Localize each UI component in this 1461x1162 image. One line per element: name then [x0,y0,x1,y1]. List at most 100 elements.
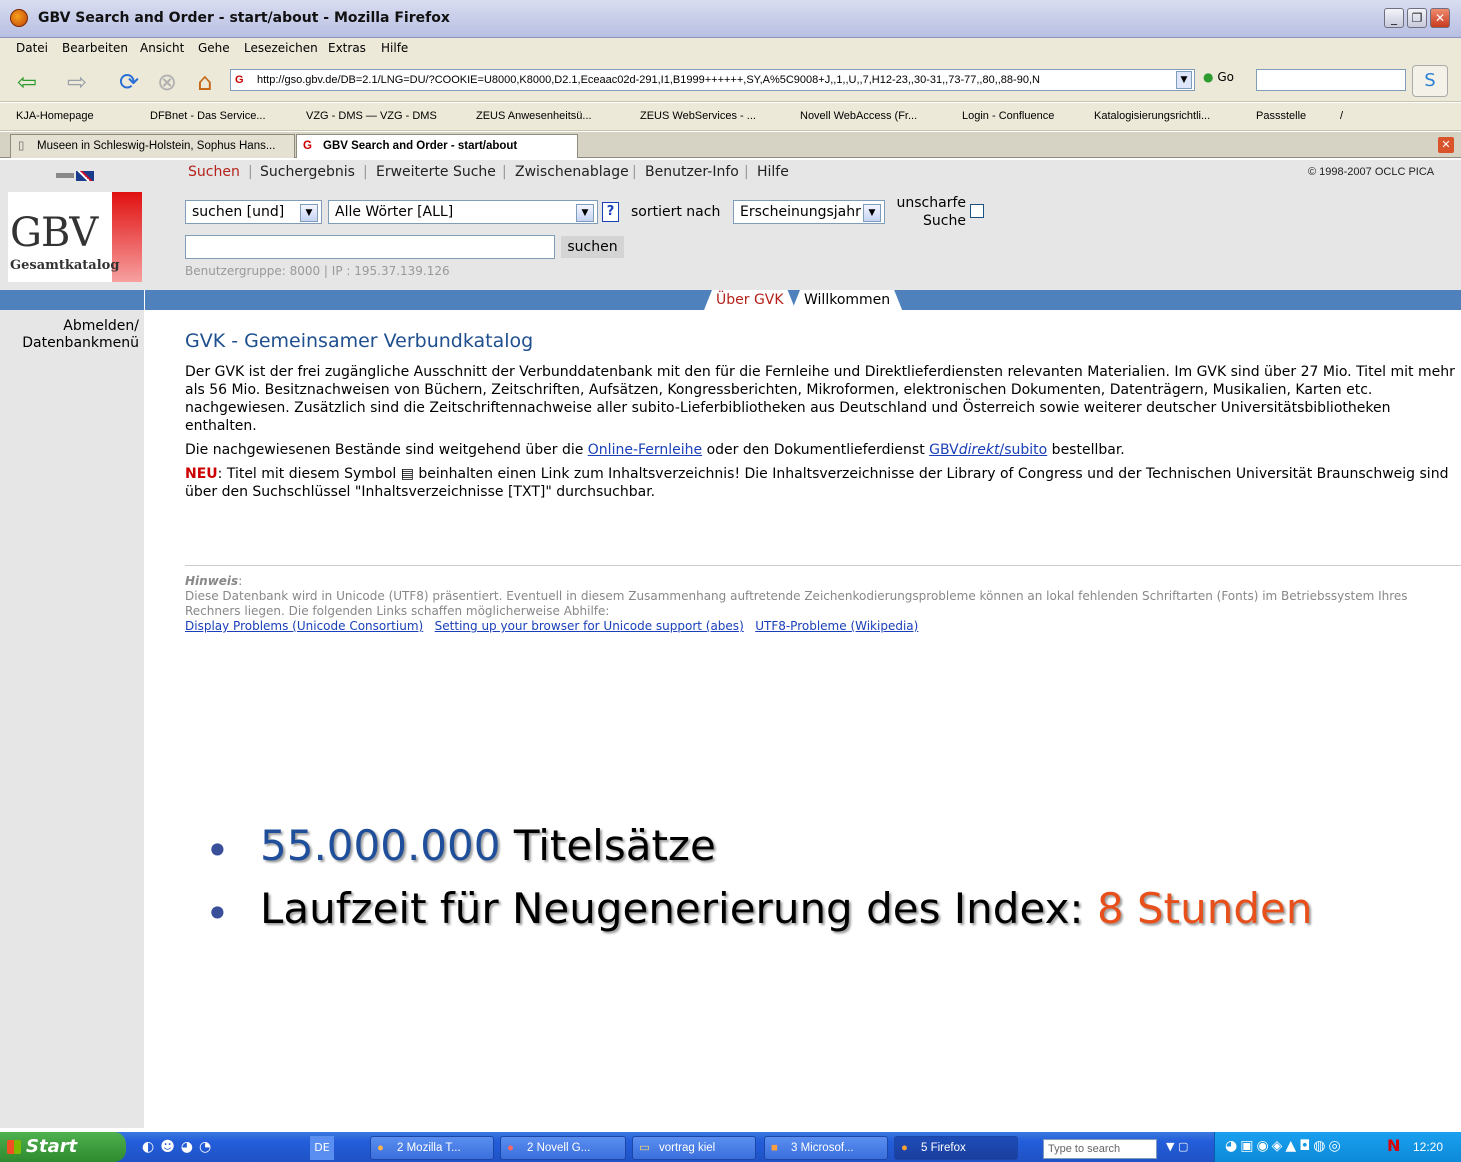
link-part: /subito [999,442,1048,458]
tab-label: Museen in Schleswig-Holstein, Sophus Han… [37,140,276,152]
go-icon: ● [1203,70,1214,84]
taskbar-mozilla[interactable]: ● 2 Mozilla T... [370,1136,494,1160]
logo-subtitle: Gesamtkatalog [10,258,120,273]
hint-section: Hinweis: Diese Datenbank wird in Unicode… [185,574,1461,634]
logout-link[interactable]: Abmelden/ Datenbankmenü [0,318,139,352]
bookmarks-toolbar: KJA-Homepage DFBnet - Das Service... VZG… [0,103,1461,131]
taskbar-novell[interactable]: ● 2 Novell G... [500,1136,626,1160]
tab-museen[interactable]: ▯ Museen in Schleswig-Holstein, Sophus H… [10,134,295,158]
site-favicon-icon: G [235,74,244,86]
go-label: Go [1217,70,1234,84]
skype-icon[interactable]: S [1412,65,1448,97]
gbv-logo: GBV Gesamtkatalog [8,192,142,282]
powerpoint-icon: ■ [771,1142,778,1154]
online-fernleihe-link[interactable]: Online-Fernleihe [588,442,702,458]
sort-value: Erscheinungsjahr [740,204,861,220]
quicklaunch-icons[interactable]: ◐☻◕◔ [142,1139,217,1155]
toolbar-search-input[interactable] [1256,69,1406,91]
menu-lesezeichen[interactable]: Lesezeichen [244,41,318,55]
language-indicator[interactable]: DE [310,1136,334,1160]
home-icon[interactable]: ⌂ [190,67,220,97]
sort-select[interactable]: Erscheinungsjahr ▼ [733,200,885,224]
text: bestellbar. [1047,442,1125,458]
fuzzy-checkbox[interactable] [970,204,984,218]
title-count-label: Titelsätze [500,821,716,870]
page-tab-willkommen[interactable]: Willkommen [792,290,902,310]
search-button[interactable]: suchen [561,236,624,258]
abes-unicode-link[interactable]: Setting up your browser for Unicode supp… [435,619,744,633]
bookmark-root[interactable]: / [1340,110,1343,122]
menu-bar: Datei Bearbeiten Ansicht Gehe Lesezeiche… [0,38,1461,60]
minimize-button[interactable]: _ [1384,8,1404,28]
logout-label-2: Datenbankmenü [22,335,139,351]
bookmark-kja[interactable]: KJA-Homepage [16,110,94,122]
firefox-icon: ● [901,1142,908,1154]
bookmark-confluence[interactable]: Login - Confluence [962,110,1054,122]
bookmark-zeus-webservices[interactable]: ZEUS WebServices - ... [640,110,756,122]
url-dropdown-icon[interactable]: ▼ [1176,71,1192,89]
system-tray: ◕▣◉◈▲◘◍◎ N 12:20 [1214,1132,1461,1162]
search-field-value: Alle Wörter [ALL] [335,204,454,220]
text: Die nachgewiesenen Bestände sind weitgeh… [185,442,588,458]
divider [144,290,145,310]
menu-hilfe[interactable]: Hilfe [381,41,408,55]
unicode-consortium-link[interactable]: Display Problems (Unicode Consortium) [185,619,423,633]
utf8-wikipedia-link[interactable]: UTF8-Probleme (Wikipedia) [755,619,918,633]
nav-suchergebnis[interactable]: Suchergebnis [260,164,355,180]
menu-datei[interactable]: Datei [16,41,48,55]
search-query-input[interactable] [185,235,555,259]
window-title-bar[interactable]: GBV Search and Order - start/about - Moz… [0,0,1461,38]
menu-bearbeiten[interactable]: Bearbeiten [62,41,128,55]
nav-benutzer-info[interactable]: Benutzer-Info [645,164,739,180]
search-mode-select[interactable]: suchen [und] ▼ [185,200,322,224]
close-button[interactable]: ✕ [1430,8,1450,28]
firefox-icon [10,9,28,27]
page-tab-ueber-gvk[interactable]: Über GVK [704,290,796,310]
taskbar-microsoft[interactable]: ■ 3 Microsof... [764,1136,888,1160]
link-part: direkt [958,442,1000,458]
language-flags-icon[interactable] [56,168,94,182]
bookmark-novell[interactable]: Novell WebAccess (Fr... [800,110,917,122]
address-bar[interactable]: G http://gso.gbv.de/DB=2.1/LNG=DU/?COOKI… [230,69,1195,91]
bookmark-zeus-anwesenheit[interactable]: ZEUS Anwesenheitsü... [476,110,592,122]
gbvdirekt-link[interactable]: GBVdirekt/subito [929,442,1047,458]
search-help-button[interactable]: ? [602,202,619,222]
menu-extras[interactable]: Extras [328,41,366,55]
go-button[interactable]: ● Go [1203,70,1234,84]
nav-zwischenablage[interactable]: Zwischenablage [515,164,629,180]
start-button[interactable]: Start [0,1132,126,1162]
taskbar-firefox[interactable]: ● 5 Firefox [894,1136,1018,1160]
menu-ansicht[interactable]: Ansicht [140,41,184,55]
menu-gehe[interactable]: Gehe [198,41,230,55]
bookmark-vzg[interactable]: VZG - DMS — VZG - DMS [306,110,437,122]
nav-suchen[interactable]: Suchen [188,164,240,180]
divider [185,565,1461,566]
forward-arrow-icon[interactable]: ⇨ [62,67,92,97]
bookmark-dfbnet[interactable]: DFBnet - Das Service... [150,110,266,122]
nav-erweiterte-suche[interactable]: Erweiterte Suche [376,164,496,180]
novell-tray-icon[interactable]: N [1387,1136,1400,1155]
chevron-down-icon: ▼ [300,204,318,222]
bookmark-katalogisierung[interactable]: Katalogisierungsrichtli... [1094,110,1210,122]
fuzzy-label: unscharfe Suche [890,194,967,230]
close-tab-icon[interactable]: ✕ [1438,137,1454,153]
tab-gbv[interactable]: G GBV Search and Order - start/about [296,134,578,158]
folder-icon: ▭ [639,1142,650,1154]
taskbar-vortrag-kiel[interactable]: ▭ vortrag kiel [632,1136,756,1160]
tab-label: GBV Search and Order - start/about [323,140,518,152]
hint-title: Hinweis [185,574,239,588]
search-field-select[interactable]: Alle Wörter [ALL] ▼ [328,200,598,224]
taskbar-controls-icon[interactable]: ▼ ▢ [1166,1140,1188,1153]
taskbar-label: 2 Novell G... [527,1142,591,1154]
main-content: GVK - Gemeinsamer Verbundkatalog Der GVK… [185,330,1461,507]
maximize-button[interactable]: ❐ [1407,8,1427,28]
taskbar-search-input[interactable]: Type to search [1043,1139,1157,1159]
tray-icons[interactable]: ◕▣◉◈▲◘◍◎ [1225,1138,1344,1154]
reload-icon[interactable]: ⟳ [114,67,144,97]
bookmark-passstelle[interactable]: Passstelle [1256,110,1306,122]
nav-hilfe[interactable]: Hilfe [757,164,789,180]
runtime-value: 8 Stunden [1096,884,1313,933]
neu-label: NEU [185,466,218,482]
stop-icon[interactable]: ⊗ [152,67,182,97]
back-arrow-icon[interactable]: ⇦ [12,67,42,97]
